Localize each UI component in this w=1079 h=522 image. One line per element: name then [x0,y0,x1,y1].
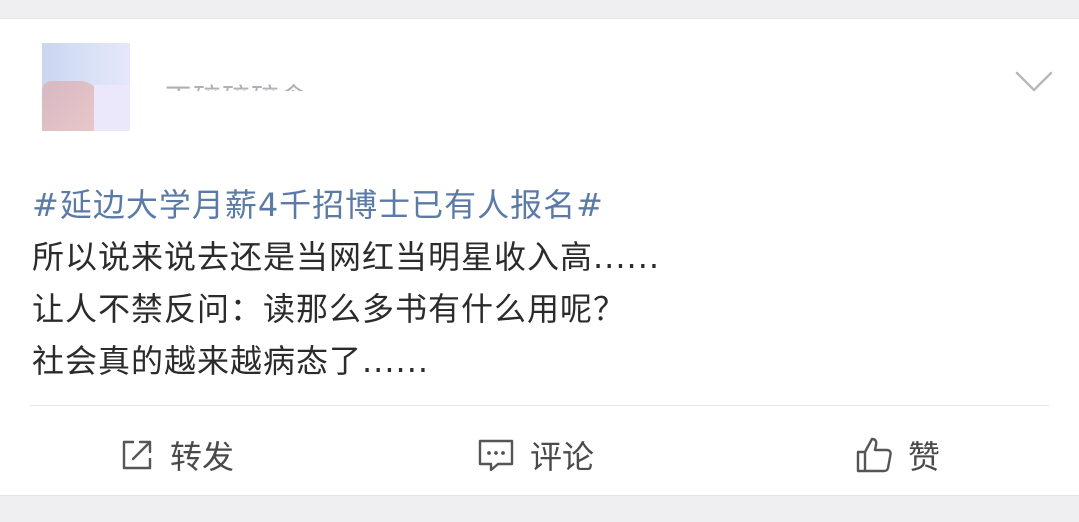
like-label: 赞 [908,438,941,476]
post-line-1: 所以说来说去还是当网红当明星收入高...... [32,238,661,276]
avatar-shape-secondary [94,85,130,131]
repost-label: 转发 [170,438,235,476]
thumbs-up-icon [856,437,892,473]
avatar-shape [42,81,100,131]
author-name[interactable]: 正碎碎碎念 [160,69,390,91]
divider [30,405,1049,406]
author-name-text: 正碎碎碎念 [164,77,309,91]
share-icon [122,440,152,470]
hashtag-link[interactable]: #延边大学月薪4千招博士已有人报名# [32,179,1039,231]
avatar[interactable] [42,43,130,131]
post-text: #延边大学月薪4千招博士已有人报名# 所以说来说去还是当网红当明星收入高....… [32,179,1039,387]
comment-button[interactable]: 评论 [476,427,594,483]
like-button[interactable]: 赞 [854,427,940,483]
comment-icon [478,439,514,472]
weibo-post-card: 正碎碎碎念 #延边大学月薪4千招博士已有人报名# 所以说来说去还是当网红当明星收… [0,18,1079,496]
repost-button[interactable]: 转发 [118,427,234,483]
post-line-2: 让人不禁反问：读那么多书有什么用呢？ [32,290,627,328]
comment-label: 评论 [530,438,595,476]
chevron-down-icon[interactable] [1014,69,1054,95]
post-line-3: 社会真的越来越病态了...... [32,342,430,380]
